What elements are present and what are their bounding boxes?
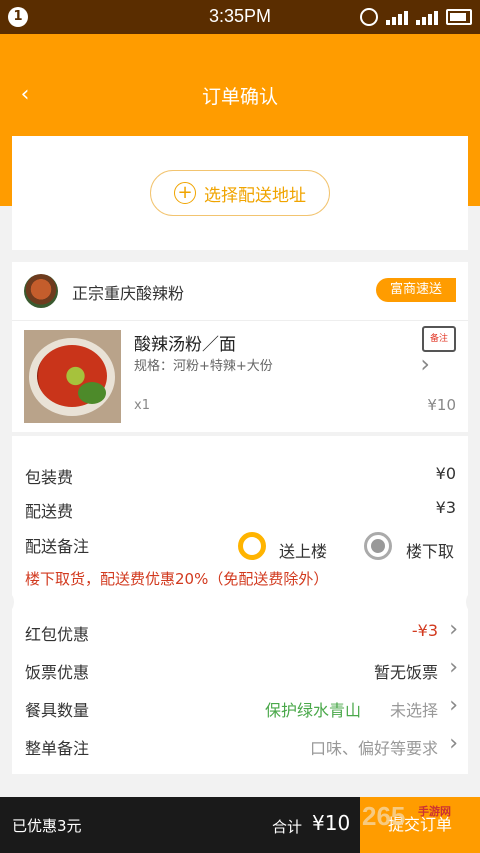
select-address-label: 选择配送地址 — [204, 185, 306, 206]
alarm-icon — [360, 8, 378, 26]
order-item[interactable]: 酸辣汤粉／面 规格：河粉+特辣+大份 x1 ¥10 备注 › — [24, 326, 456, 428]
total-value: ¥10 — [312, 811, 351, 835]
utensils-label: 餐具数量 — [25, 701, 90, 720]
select-address-button[interactable]: + 选择配送地址 — [150, 170, 330, 216]
chevron-right-icon: › — [449, 693, 458, 718]
delivery-note-label: 配送备注 — [25, 537, 90, 556]
item-name: 酸辣汤粉／面 — [134, 335, 236, 355]
status-icons — [360, 8, 472, 26]
fees-card: 包装费 ¥0 配送费 ¥3 配送备注 送上楼 楼下取 楼下取货，配送费优惠20%… — [12, 436, 468, 774]
discount-summary: 已优惠3元 — [12, 817, 82, 835]
item-image — [24, 330, 121, 423]
delivery-tag: 富商速送 — [375, 278, 456, 302]
chevron-right-icon: › — [420, 350, 430, 378]
note-edit-icon[interactable]: 备注 — [422, 326, 456, 352]
chevron-right-icon: › — [449, 655, 458, 680]
total-label: 合计 — [272, 818, 303, 836]
redpacket-label: 红包优惠 — [25, 625, 90, 644]
plus-circle-icon: + — [174, 182, 196, 204]
divider — [12, 320, 468, 321]
radio-downstairs[interactable] — [364, 532, 392, 560]
voucher-label: 饭票优惠 — [25, 663, 90, 682]
radio-downstairs-label[interactable]: 楼下取 — [406, 538, 454, 562]
chevron-right-icon: › — [449, 617, 458, 642]
item-quantity: x1 — [134, 398, 150, 413]
battery-icon — [446, 9, 472, 25]
remark-label: 整单备注 — [25, 739, 90, 758]
ticket-notch-right — [466, 588, 480, 616]
address-card: + 选择配送地址 — [12, 136, 468, 250]
status-bar: 1 3:35PM — [0, 0, 480, 34]
redpacket-value: -¥3 — [411, 621, 438, 640]
watermark-text: 手游网 — [418, 805, 451, 818]
delivery-fee-value: ¥3 — [435, 498, 456, 517]
utensils-value: 未选择 — [389, 701, 438, 720]
item-spec: 规格：河粉+特辣+大份 — [134, 359, 273, 374]
packaging-fee-label: 包装费 — [25, 468, 74, 487]
utensils-hint: 保护绿水青山 — [264, 701, 361, 720]
watermark-logo: 265 — [362, 801, 406, 831]
bottom-bar: 已优惠3元 合计 ¥10 提交订单 265 手游网 — [0, 797, 480, 853]
shop-name: 正宗重庆酸辣粉 — [72, 284, 185, 303]
packaging-fee-value: ¥0 — [435, 464, 456, 483]
item-price: ¥10 — [427, 396, 456, 414]
signal-4g-icon — [416, 9, 438, 25]
page-title: 订单确认 — [201, 86, 278, 108]
promo-text: 楼下取货，配送费优惠20%（免配送费除外） — [25, 570, 329, 588]
shop-logo — [24, 274, 58, 308]
signal-icon — [386, 9, 408, 25]
radio-upstairs-label[interactable]: 送上楼 — [279, 538, 327, 562]
radio-upstairs[interactable] — [238, 532, 266, 560]
chevron-right-icon: › — [449, 731, 458, 756]
shop-card: 正宗重庆酸辣粉 富商速送 酸辣汤粉／面 规格：河粉+特辣+大份 x1 ¥10 备… — [12, 262, 468, 432]
delivery-fee-label: 配送费 — [25, 502, 74, 521]
remark-value: 口味、偏好等要求 — [309, 739, 438, 758]
voucher-value: 暂无饭票 — [373, 663, 438, 682]
